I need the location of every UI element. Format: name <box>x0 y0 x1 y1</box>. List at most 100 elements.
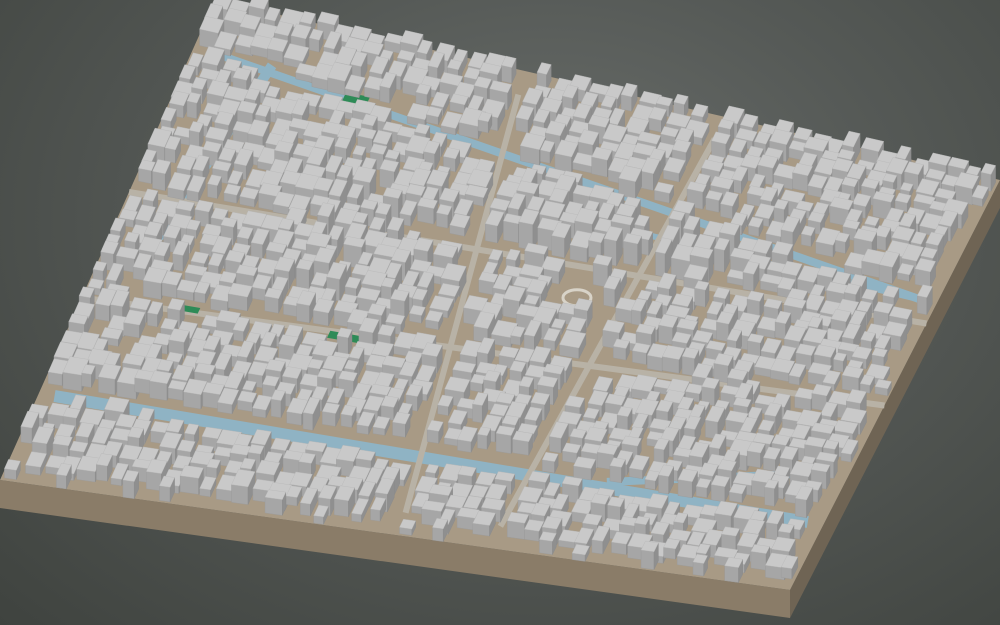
building-front-face <box>711 484 726 503</box>
building-front-face <box>149 380 168 401</box>
building <box>52 434 73 460</box>
building <box>223 183 241 204</box>
building-front-face <box>186 100 198 119</box>
building <box>409 304 426 324</box>
building <box>835 232 850 254</box>
building-front-face <box>781 566 792 580</box>
building-front-face <box>640 170 654 191</box>
building-front-face <box>609 465 622 484</box>
building <box>336 327 353 356</box>
building-front-face <box>95 303 110 322</box>
building-front-face <box>98 376 116 396</box>
building <box>512 430 533 456</box>
building-front-face <box>774 321 786 340</box>
building-front-face <box>539 539 553 555</box>
building-front-face <box>477 433 488 450</box>
building-front-face <box>122 479 135 499</box>
building-front-face <box>682 356 695 377</box>
building-front-face <box>432 527 444 542</box>
building-front-face <box>370 508 381 522</box>
viewport <box>0 0 1000 625</box>
building-front-face <box>340 413 353 428</box>
building <box>764 479 779 507</box>
building-front-face <box>663 547 676 560</box>
building-front-face <box>917 295 927 316</box>
building-front-face <box>334 498 349 518</box>
building-front-face <box>232 329 244 342</box>
building-front-face <box>172 253 184 272</box>
building-front-face <box>152 171 166 192</box>
building-front-face <box>747 450 761 469</box>
building-front-face <box>231 484 249 505</box>
building-front-face <box>655 251 666 278</box>
building <box>495 425 516 454</box>
building <box>694 280 710 308</box>
building-front-face <box>631 309 642 326</box>
building <box>616 406 633 433</box>
building-front-face <box>795 497 807 518</box>
building-front-face <box>742 271 754 292</box>
building-front-face <box>694 287 706 308</box>
building-front-face <box>696 486 708 498</box>
building-front-face <box>501 65 512 84</box>
building <box>186 92 202 119</box>
building <box>914 257 936 288</box>
building <box>417 197 438 225</box>
building-front-face <box>164 147 176 164</box>
building <box>322 402 340 427</box>
building-front-face <box>620 94 632 112</box>
building <box>436 204 453 229</box>
building <box>426 106 443 126</box>
building-front-face <box>302 412 314 431</box>
building-front-face <box>658 324 673 346</box>
building-front-face <box>763 457 776 472</box>
building-front-face <box>603 287 616 308</box>
building <box>477 426 491 450</box>
building <box>542 451 559 474</box>
building-front-face <box>313 515 324 525</box>
building <box>539 531 557 555</box>
building <box>654 181 674 204</box>
building <box>477 111 493 134</box>
building-front-face <box>512 438 529 456</box>
city-model-scene <box>0 0 1000 618</box>
building-front-face <box>179 475 199 495</box>
building <box>264 287 283 314</box>
building <box>874 378 892 397</box>
building <box>871 347 888 367</box>
building <box>573 456 596 481</box>
building-front-face <box>300 502 311 517</box>
building <box>623 233 642 267</box>
building-front-face <box>714 247 725 273</box>
building-front-face <box>322 411 336 427</box>
building-front-face <box>472 403 483 424</box>
building-front-face <box>134 377 152 395</box>
building-front-face <box>146 471 162 492</box>
building-front-face <box>264 496 283 516</box>
building-front-face <box>716 321 729 343</box>
building-front-face <box>835 239 846 254</box>
building-front-face <box>296 267 310 289</box>
building-front-face <box>286 495 298 507</box>
building <box>710 475 730 503</box>
building-front-face <box>766 522 778 541</box>
building-front-face <box>591 156 608 178</box>
building-front-face <box>764 486 775 507</box>
building-front-face <box>296 303 310 324</box>
building-front-face <box>392 421 406 438</box>
building-front-face <box>658 474 669 495</box>
building-front-face <box>692 561 704 577</box>
building-front-face <box>623 240 638 267</box>
building <box>296 258 314 289</box>
building <box>677 468 698 499</box>
building-front-face <box>62 372 83 392</box>
building <box>239 186 260 208</box>
building <box>227 282 253 312</box>
building <box>122 469 139 499</box>
building-front-face <box>503 220 519 244</box>
building-front-face <box>677 479 693 499</box>
building-front-face <box>436 212 449 229</box>
building-front-face <box>750 551 767 571</box>
building-front-face <box>724 565 739 583</box>
building-front-face <box>96 464 108 482</box>
